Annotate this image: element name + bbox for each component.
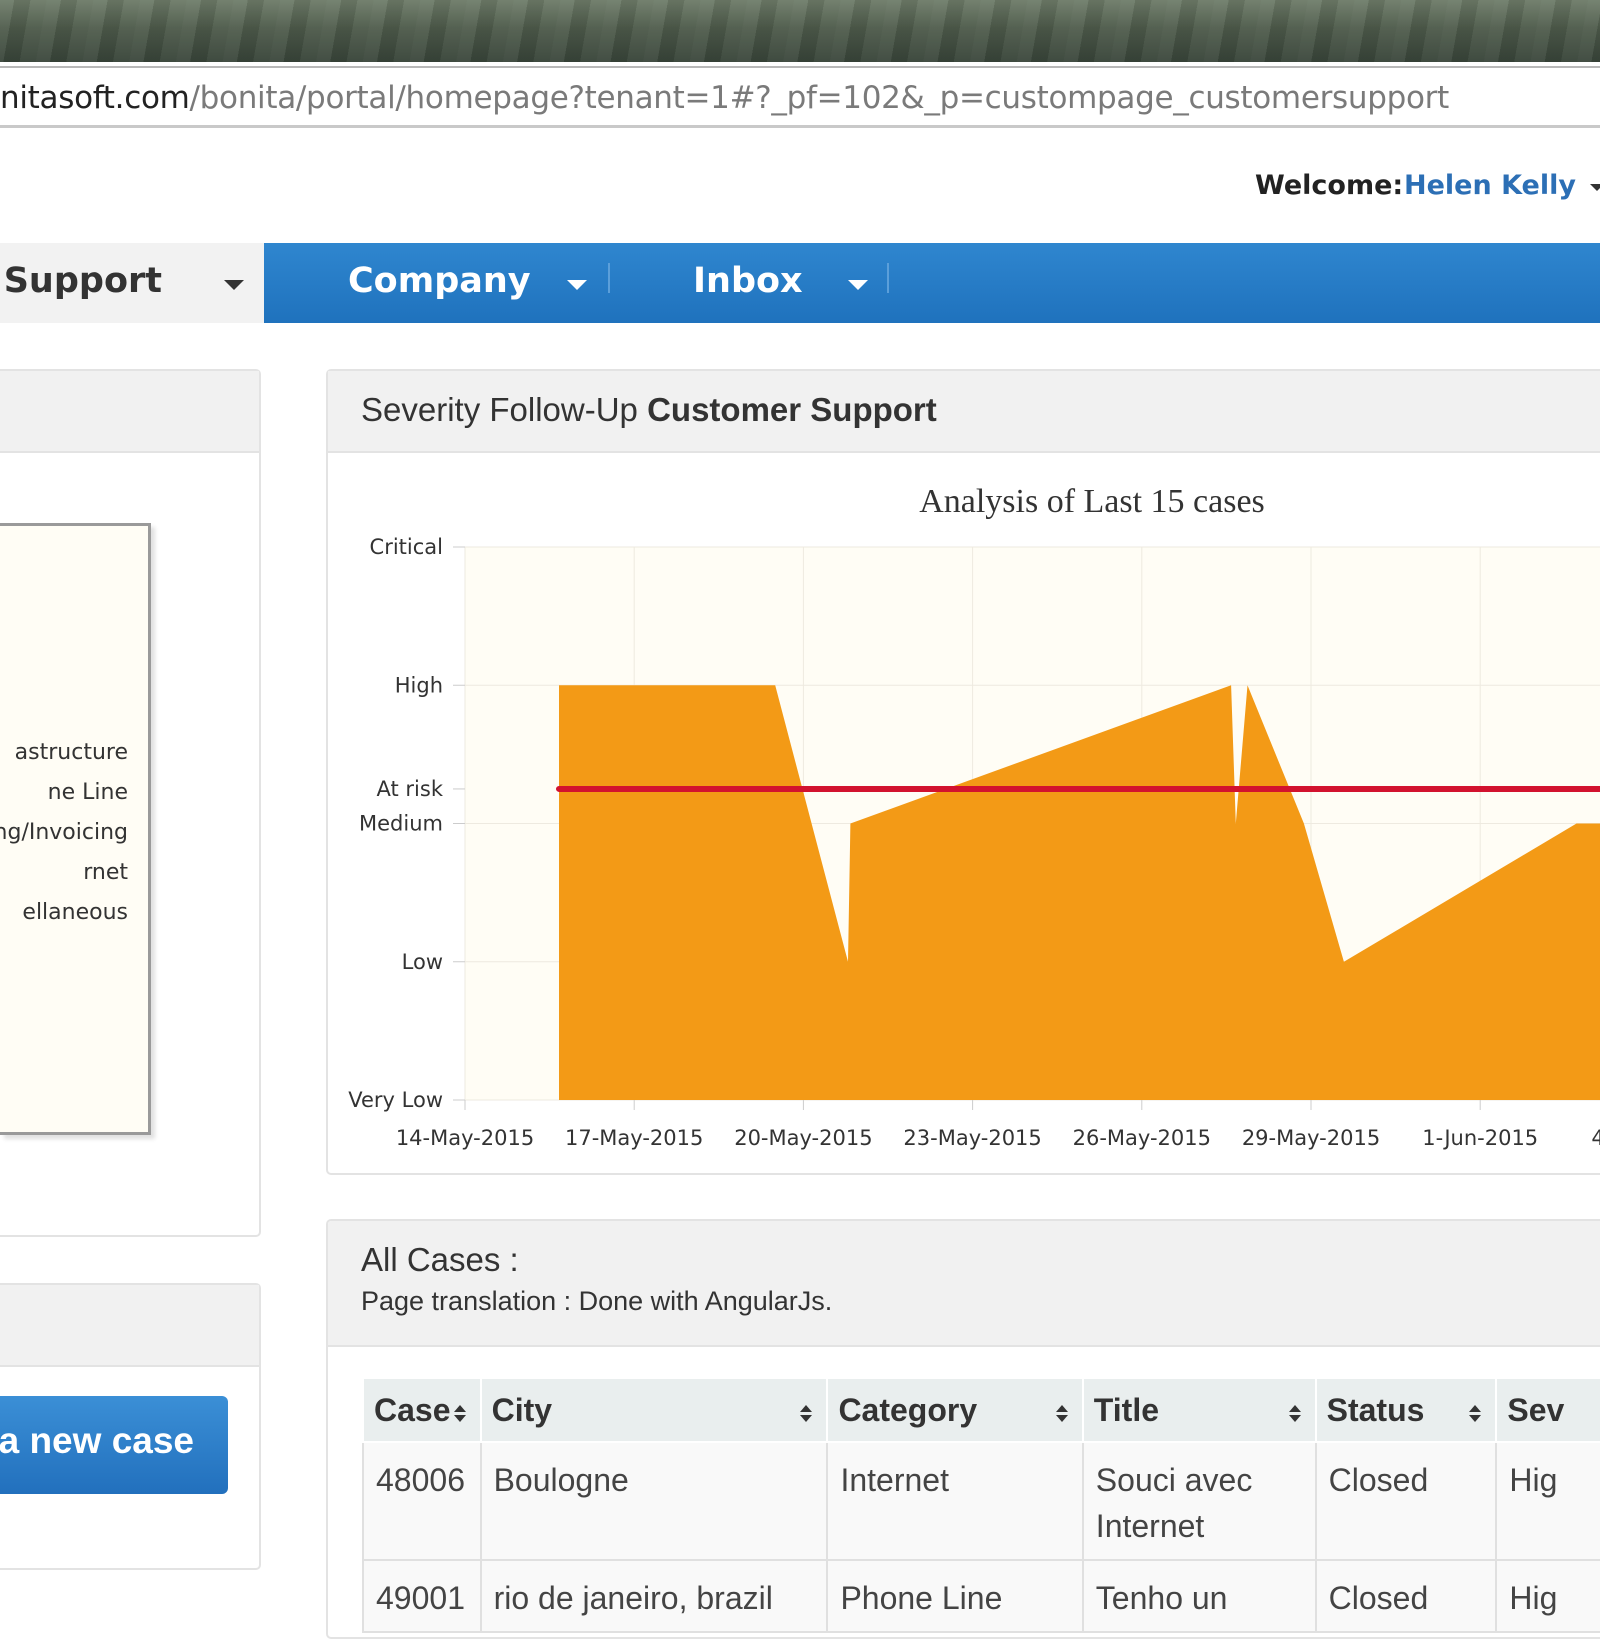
- main-nav-bar: Company Inbox: [264, 243, 1600, 323]
- cell-title: Tenho un: [1081, 1559, 1317, 1633]
- background-photo-strip: [0, 0, 1600, 62]
- nav-separator: [608, 263, 610, 293]
- user-menu-caret-icon[interactable]: [1590, 184, 1600, 191]
- welcome-label: Welcome:: [1255, 170, 1404, 201]
- table-row[interactable]: 49001 rio de janeiro, brazil Phone Line …: [362, 1559, 1600, 1633]
- nav-item-company[interactable]: Company: [348, 261, 531, 301]
- legend-item: astructure: [14, 740, 128, 765]
- severity-followup-panel: Severity Follow-Up Customer Support Very…: [326, 369, 1600, 1175]
- sort-icon[interactable]: [453, 1405, 466, 1423]
- cell-city: Boulogne: [479, 1441, 829, 1561]
- nav-item-inbox[interactable]: Inbox: [693, 261, 803, 301]
- sort-icon[interactable]: [1469, 1405, 1482, 1423]
- app-selector-label: r Support: [0, 261, 162, 301]
- cell-case: 49001: [362, 1559, 482, 1633]
- severity-chart: Very Low Low Medium High Critical At risk 14-M…: [348, 483, 1600, 1150]
- create-new-case-button[interactable]: a new case: [0, 1396, 228, 1494]
- sort-icon[interactable]: [800, 1405, 813, 1423]
- y-tick-label: Medium: [359, 812, 443, 836]
- cases-subtitle: Page translation : Done with AngularJs.: [361, 1286, 833, 1316]
- y-tick-label: Low: [402, 950, 443, 974]
- x-tick-label: 29-May-2015: [1242, 1126, 1380, 1150]
- url-domain: nitasoft.com: [0, 80, 190, 116]
- legend-item: ng/Invoicing: [0, 820, 128, 845]
- chart-title: Analysis of Last 15 cases: [919, 483, 1265, 520]
- column-header-severity[interactable]: Sev: [1495, 1377, 1600, 1443]
- cell-category: Internet: [826, 1441, 1084, 1561]
- cell-severity: Hig: [1495, 1559, 1600, 1633]
- cell-category: Phone Line: [826, 1559, 1084, 1633]
- cell-severity: Hig: [1495, 1441, 1600, 1561]
- x-tick-label: 14-May-2015: [396, 1126, 534, 1150]
- caret-down-icon: [224, 280, 244, 290]
- app-selector[interactable]: r Support: [0, 243, 264, 323]
- x-tick-label: 26-May-2015: [1073, 1126, 1211, 1150]
- panel-header: All Cases : Page translation : Done with…: [328, 1221, 1600, 1347]
- url-path: /bonita/portal/homepage?tenant=1#?_pf=10…: [189, 80, 1450, 116]
- x-tick-label: 1-Jun-2015: [1422, 1126, 1538, 1150]
- y-tick-label: Critical: [370, 535, 443, 559]
- panel-header: [0, 371, 259, 453]
- browser-address-bar[interactable]: nitasoft.com/bonita/portal/homepage?tena…: [0, 66, 1600, 128]
- caret-down-icon[interactable]: [567, 280, 587, 290]
- table-row[interactable]: 48006 Boulogne Internet Souci avec Inter…: [362, 1441, 1600, 1561]
- at-risk-label: At risk: [377, 777, 444, 801]
- cell-status: Closed: [1314, 1559, 1498, 1633]
- url-text[interactable]: nitasoft.com/bonita/portal/homepage?tena…: [0, 80, 1449, 116]
- cell-title: Souci avec Internet: [1081, 1441, 1317, 1561]
- y-tick-label: High: [395, 673, 443, 697]
- cell-status: Closed: [1314, 1441, 1498, 1561]
- category-legend: astructure ne Line ng/Invoicing rnet ell…: [0, 523, 151, 1135]
- cell-city: rio de janeiro, brazil: [479, 1559, 829, 1633]
- x-tick-label: 23-May-2015: [903, 1126, 1041, 1150]
- column-header-category[interactable]: Category: [826, 1377, 1084, 1443]
- nav-separator: [887, 263, 889, 293]
- legend-item: ne Line: [47, 780, 128, 805]
- x-tick-label: 4-Jun-2015: [1591, 1126, 1600, 1150]
- x-tick-label: 17-May-2015: [565, 1126, 703, 1150]
- table-header-row: Case City Category Title Status Sev: [362, 1377, 1600, 1443]
- legend-item: rnet: [83, 860, 128, 885]
- user-menu-name[interactable]: Helen Kelly: [1404, 170, 1576, 201]
- panel-header: [0, 1285, 259, 1367]
- column-header-title[interactable]: Title: [1081, 1377, 1317, 1443]
- cases-title: All Cases :: [361, 1241, 519, 1278]
- column-header-city[interactable]: City: [479, 1377, 829, 1443]
- cell-case: 48006: [362, 1441, 482, 1561]
- legend-item: ellaneous: [22, 900, 128, 925]
- cases-table: Case City Category Title Status Sev 4800…: [362, 1377, 1600, 1633]
- caret-down-icon[interactable]: [848, 280, 868, 290]
- x-tick-label: 20-May-2015: [734, 1126, 872, 1150]
- create-new-case-label: a new case: [0, 1420, 194, 1461]
- all-cases-panel: All Cases : Page translation : Done with…: [326, 1219, 1600, 1639]
- y-tick-label: Very Low: [348, 1088, 443, 1112]
- sort-icon[interactable]: [1055, 1405, 1068, 1423]
- sort-icon[interactable]: [1288, 1405, 1301, 1423]
- column-header-status[interactable]: Status: [1314, 1377, 1498, 1443]
- column-header-case[interactable]: Case: [362, 1377, 482, 1443]
